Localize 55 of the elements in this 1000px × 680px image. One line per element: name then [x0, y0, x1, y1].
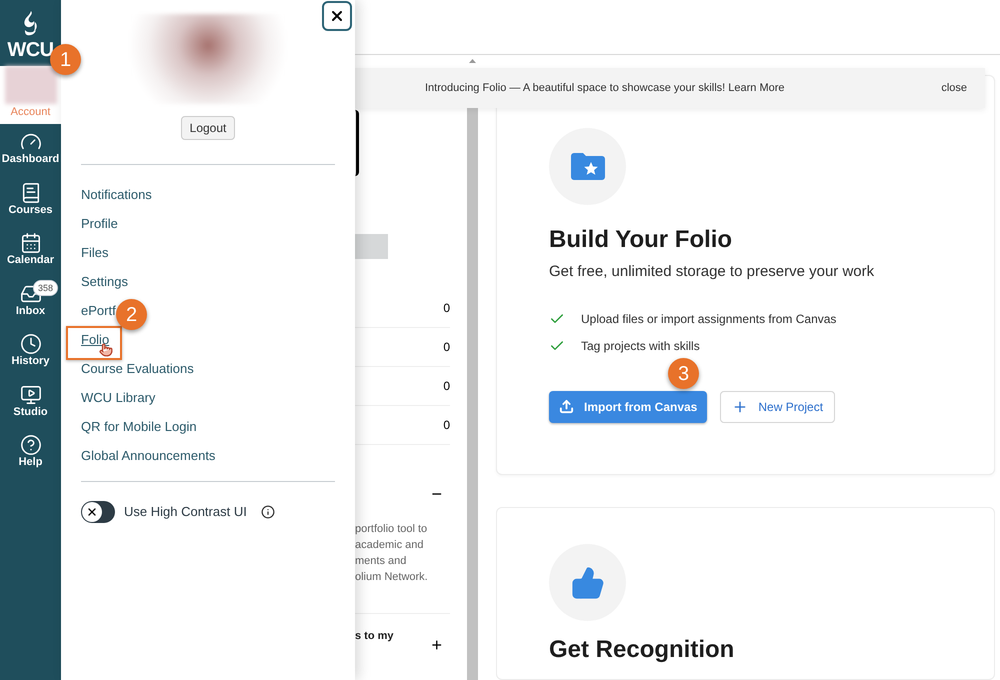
banner-message: Introducing Folio — A beautiful space to showcase your skills! Learn More — [425, 80, 785, 96]
count-text: 0 — [443, 300, 450, 317]
unread-badge: 358 — [32, 280, 58, 296]
new-project-button[interactable]: New Project — [720, 390, 836, 422]
nav-item[interactable]: History — [0, 326, 61, 376]
tray-link[interactable]: ePortf — [81, 300, 116, 320]
logout-button[interactable]: Logout — [180, 116, 236, 140]
banner-close-link[interactable]: close — [941, 80, 967, 96]
import-button[interactable]: Import from Canvas — [549, 390, 708, 422]
description-text: portfolio tool to academic and ments and olium Network. — [355, 522, 429, 585]
feature-text: Upload files or import assignments from Canvas — [581, 310, 836, 328]
tray-link[interactable]: QR for Mobile Login — [81, 416, 197, 436]
tray-link[interactable]: Settings — [81, 272, 128, 292]
thumbs-up-icon — [570, 566, 604, 600]
clock-icon — [20, 333, 42, 356]
tray-link[interactable]: Course Evaluations — [81, 358, 194, 378]
tray-link[interactable]: Profile — [81, 214, 118, 234]
nav-item[interactable]: Dashboard — [0, 124, 61, 174]
toggle-switch[interactable] — [81, 501, 115, 523]
learn-more-link[interactable]: Learn More — [728, 82, 785, 94]
upload-icon — [559, 399, 574, 414]
avatar — [4, 66, 56, 104]
toggle-label: Use High Contrast UI — [124, 503, 247, 522]
monitor-icon — [20, 384, 42, 406]
placeholder-bar — [355, 234, 388, 259]
collapse-button[interactable]: − — [431, 485, 442, 503]
calendar-icon — [20, 232, 42, 254]
nav-item[interactable]: Calendar — [0, 225, 61, 276]
info-icon — [260, 505, 275, 519]
count-text: 0 — [443, 378, 450, 395]
scrollbar-thumb[interactable] — [467, 107, 478, 680]
x-icon — [86, 506, 98, 518]
hand-cursor-icon — [99, 343, 113, 357]
feature-text: Tag projects with skills — [581, 338, 700, 354]
count-text: 0 — [443, 339, 450, 356]
tray-link[interactable]: WCU Library — [81, 388, 156, 408]
profile-ring — [355, 110, 359, 176]
count-text: 0 — [443, 417, 450, 434]
nav-item[interactable]: Studio — [0, 376, 61, 427]
expand-button[interactable]: + — [431, 636, 442, 654]
close-button[interactable] — [322, 1, 352, 31]
tray-link[interactable]: Notifications — [81, 184, 152, 204]
row-text: s to my — [355, 629, 394, 644]
card-title: Get Recognition — [549, 635, 736, 665]
scroll-up-icon — [469, 59, 476, 63]
tray-link[interactable]: Files — [81, 242, 108, 262]
nav-item[interactable]: Help — [0, 427, 61, 478]
close-icon — [329, 8, 345, 24]
help-icon — [20, 434, 42, 456]
card-title: Build Your Folio — [549, 225, 734, 255]
folder-star-icon — [570, 153, 604, 180]
nav-item[interactable]: Inbox 358 — [0, 276, 61, 326]
card-subtitle: Get free, unlimited storage to preserve your work — [549, 262, 876, 282]
tray-link[interactable]: Global Announcements — [81, 446, 216, 466]
nav-item[interactable]: Courses — [0, 174, 61, 225]
